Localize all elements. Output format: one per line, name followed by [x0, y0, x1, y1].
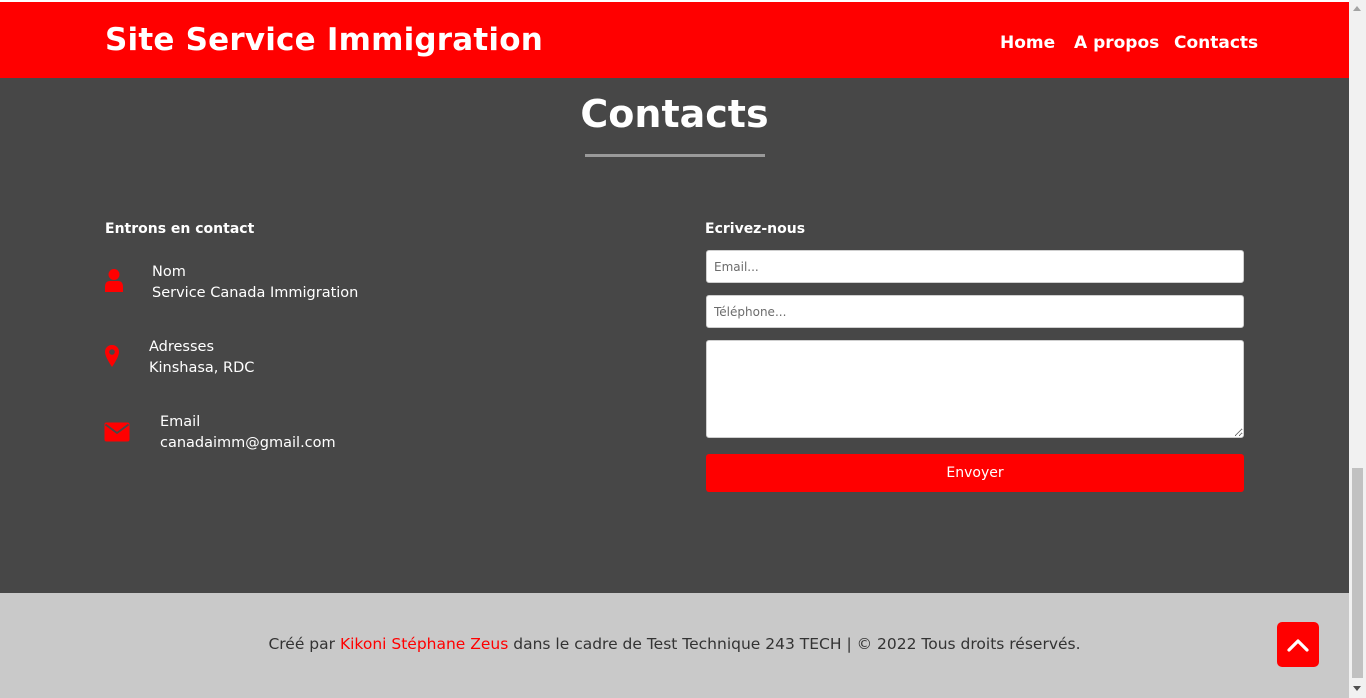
contact-name-value: Service Canada Immigration — [152, 285, 359, 301]
site-brand[interactable]: Site Service Immigration — [105, 22, 543, 58]
nav-apropos-link[interactable]: A propos — [1074, 33, 1159, 53]
footer: Créé par Kikoni Stéphane Zeus dans le ca… — [0, 593, 1349, 698]
contact-info-heading: Entrons en contact — [105, 221, 255, 237]
contact-address-label: Adresses — [149, 339, 215, 355]
scroll-up-arrow-icon[interactable] — [1353, 6, 1361, 11]
map-marker-icon — [104, 344, 120, 372]
scrollbar-thumb[interactable] — [1352, 468, 1363, 678]
page-title: Contacts — [580, 92, 769, 136]
contact-address: Adresses Kinshasa, RDC — [149, 337, 254, 379]
back-to-top-button[interactable] — [1277, 622, 1319, 667]
contact-address-value: Kinshasa, RDC — [149, 360, 255, 376]
send-button[interactable]: Envoyer — [706, 454, 1244, 492]
chevron-up-icon — [1287, 638, 1309, 652]
contact-email-label: Email — [160, 414, 201, 430]
footer-author-link[interactable]: Kikoni Stéphane Zeus — [340, 635, 508, 653]
contact-email: Email canadaimm@gmail.com — [160, 412, 336, 454]
form-heading: Ecrivez-nous — [705, 221, 806, 237]
navbar: Site Service Immigration Home A propos C… — [0, 0, 1349, 78]
nav-home-link[interactable]: Home — [1000, 33, 1055, 53]
title-underline — [585, 154, 765, 157]
nav-contacts-link[interactable]: Contacts — [1174, 33, 1258, 53]
vertical-scrollbar[interactable] — [1349, 0, 1366, 698]
scroll-down-arrow-icon[interactable] — [1353, 686, 1361, 691]
footer-credit: Créé par Kikoni Stéphane Zeus dans le ca… — [0, 635, 1349, 653]
email-input[interactable] — [706, 250, 1244, 283]
footer-credit-suffix: dans le cadre de Test Technique 243 TECH… — [508, 635, 1081, 653]
phone-input[interactable] — [706, 295, 1244, 328]
contact-name-label: Nom — [152, 264, 186, 280]
contact-name: Nom Service Canada Immigration — [152, 262, 358, 304]
footer-credit-prefix: Créé par — [268, 635, 340, 653]
message-textarea[interactable] — [706, 340, 1244, 438]
envelope-icon — [104, 422, 130, 446]
user-icon — [104, 268, 124, 296]
contact-email-value: canadaimm@gmail.com — [160, 435, 336, 451]
